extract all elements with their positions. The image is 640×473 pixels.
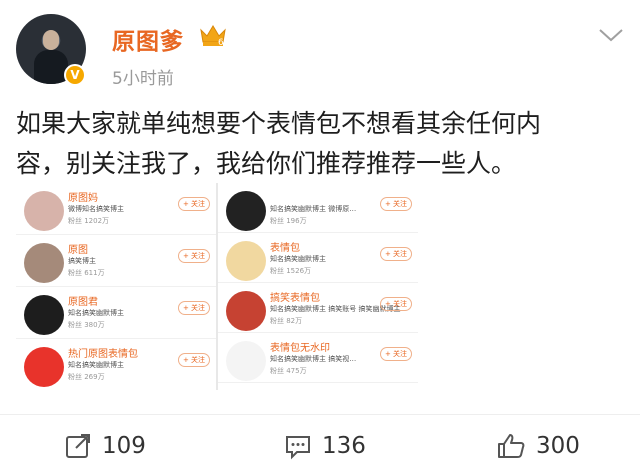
recommended-user-desc: 知名搞笑幽默博主 搞笑视… xyxy=(270,355,357,363)
crown-level-icon: 6 xyxy=(200,25,226,48)
follow-button[interactable]: + 关注 xyxy=(178,197,210,211)
recommended-user-name[interactable]: 表情包 xyxy=(270,239,300,254)
repost-count: 109 xyxy=(102,433,146,459)
recommended-user-desc: 知名搞笑幽默博主 xyxy=(68,309,124,317)
recommended-user-avatar[interactable] xyxy=(24,191,64,231)
repost-icon xyxy=(66,434,90,458)
author-name[interactable]: 原图爹 xyxy=(112,22,184,56)
post-header: V 原图爹 6 5小时前 xyxy=(0,0,640,96)
follow-button[interactable]: + 关注 xyxy=(380,297,412,311)
recommended-user-avatar[interactable] xyxy=(226,191,266,231)
recommended-user-desc: 微博知名搞笑博主 xyxy=(68,205,124,213)
embedded-screenshot[interactable]: 原图妈 微博知名搞笑博主 粉丝 1202万 + 关注 原图 搞笑博主 粉丝 611万 + 关注… xyxy=(16,183,448,390)
chevron-down-icon[interactable] xyxy=(597,26,625,44)
recommended-user-row[interactable]: 原图妈 微博知名搞笑博主 粉丝 1202万 + 关注 xyxy=(16,183,216,235)
avatar-body xyxy=(34,50,68,84)
recommended-user-desc: 知名搞笑幽默博主 xyxy=(68,361,124,369)
recommended-user-row[interactable]: 表情包无水印 知名搞笑幽默博主 搞笑视… 粉丝 475万 + 关注 xyxy=(218,333,418,383)
follow-button[interactable]: + 关注 xyxy=(380,247,412,261)
repost-button[interactable]: 109 xyxy=(64,431,146,461)
recommended-user-fans: 粉丝 380万 xyxy=(68,321,105,329)
comment-icon xyxy=(286,436,310,460)
recommended-user-fans: 粉丝 475万 xyxy=(270,367,307,375)
recommended-user-avatar[interactable] xyxy=(226,241,266,281)
recommended-user-fans: 粉丝 269万 xyxy=(68,373,105,381)
recommended-user-row[interactable]: 原图 搞笑博主粉丝 611万 + 关注 xyxy=(16,235,216,287)
avatar-head xyxy=(43,30,59,50)
recommended-user-row[interactable]: 表情包 知名搞笑幽默博主 粉丝 1526万 + 关注 xyxy=(218,233,418,283)
recommended-user-avatar[interactable] xyxy=(24,243,64,283)
post-time: 5小时前 xyxy=(112,69,174,89)
screenshot-left-column: 原图妈 微博知名搞笑博主 粉丝 1202万 + 关注 原图 搞笑博主 粉丝 611万 + 关注… xyxy=(16,183,216,390)
recommended-user-desc: 知名搞笑幽默博主 微博原… xyxy=(270,205,357,213)
recommended-user-name[interactable]: 搞笑表情包 xyxy=(270,289,320,304)
recommended-user-avatar[interactable] xyxy=(226,291,266,331)
follow-button[interactable]: + 关注 xyxy=(380,197,412,211)
recommended-user-row[interactable]: 搞笑表情包 知名搞笑幽默博主 搞笑账号 搞笑幽默博主 粉丝 82万 + 关注 xyxy=(218,283,418,333)
recommended-user-avatar[interactable] xyxy=(226,341,266,381)
recommended-user-name[interactable]: 热门原图表情包 xyxy=(68,345,138,360)
recommended-user-fans: 粉丝 1526万 xyxy=(270,267,312,275)
recommended-user-desc: 搞笑博主 xyxy=(68,257,96,265)
recommended-user-desc: 知名搞笑幽默博主 xyxy=(270,255,326,263)
recommended-user-row[interactable]: 原图君 知名搞笑幽默博主 粉丝 380万 + 关注 xyxy=(16,287,216,339)
follow-button[interactable]: + 关注 xyxy=(380,347,412,361)
follow-button[interactable]: + 关注 xyxy=(178,353,210,367)
follow-button[interactable]: + 关注 xyxy=(178,249,210,263)
recommended-user-row[interactable]: 知名搞笑幽默博主 微博原… 粉丝 196万 + 关注 xyxy=(218,183,418,233)
recommended-user-name[interactable]: 原图妈 xyxy=(68,189,98,204)
recommended-user-name[interactable]: 原图君 xyxy=(68,293,98,308)
verified-badge-icon: V xyxy=(64,64,86,86)
post-text-line-1: 如果大家就单纯想要个表情包不想看其余任何内 xyxy=(16,109,542,138)
recommended-user-fans: 粉丝 196万 xyxy=(270,217,307,225)
recommended-user-fans: 粉丝 1202万 xyxy=(68,217,110,225)
recommended-user-name[interactable]: 原图 xyxy=(68,241,88,256)
comment-button[interactable]: 136 xyxy=(284,431,366,461)
action-bar: 109 136 300 xyxy=(0,414,640,473)
like-button[interactable]: 300 xyxy=(496,431,580,461)
thumbs-up-icon xyxy=(498,434,525,458)
recommended-user-fans: 粉丝 611万 xyxy=(68,269,105,277)
recommended-user-fans: 粉丝 82万 xyxy=(270,317,303,325)
level-number: 6 xyxy=(218,38,224,48)
like-count: 300 xyxy=(536,433,580,459)
screenshot-right-column: 知名搞笑幽默博主 微博原… 粉丝 196万 + 关注 表情包 知名搞笑幽默博主 粉丝 15… xyxy=(218,183,418,383)
recommended-user-avatar[interactable] xyxy=(24,347,64,387)
recommended-user-row[interactable]: 热门原图表情包 知名搞笑幽默博主 粉丝 269万 + 关注 xyxy=(16,339,216,390)
post-text-line-2: 容，别关注我了，我给你们推荐推荐一些人。 xyxy=(16,149,517,178)
follow-button[interactable]: + 关注 xyxy=(178,301,210,315)
post-body: 如果大家就单纯想要个表情包不想看其余任何内 容，别关注我了，我给你们推荐推荐一些… xyxy=(16,104,624,184)
comment-count: 136 xyxy=(322,433,366,459)
recommended-user-name[interactable]: 表情包无水印 xyxy=(270,339,330,354)
recommended-user-avatar[interactable] xyxy=(24,295,64,335)
